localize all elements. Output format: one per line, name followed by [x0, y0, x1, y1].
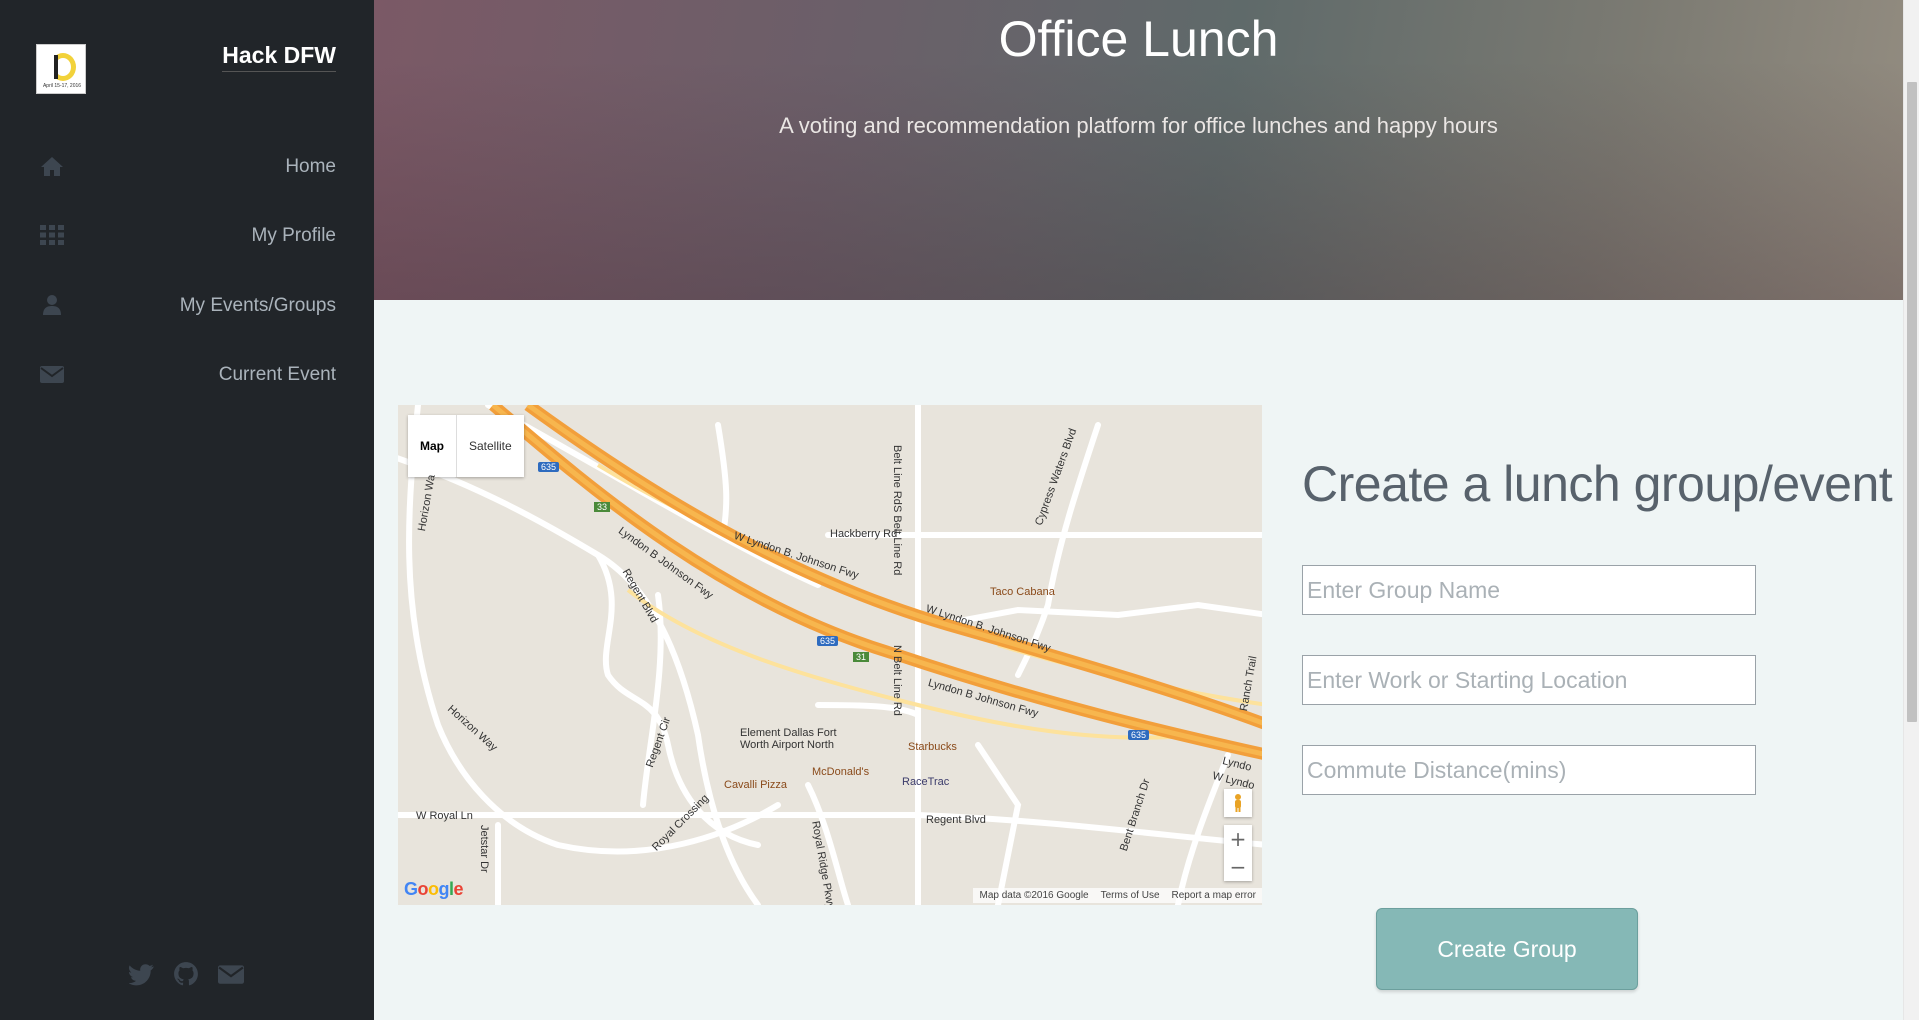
zoom-in-button[interactable]: + — [1224, 825, 1252, 853]
brand-logo[interactable]: April 15-17, 2016 — [36, 44, 86, 94]
twitter-link[interactable] — [128, 961, 155, 987]
envelope-icon — [40, 366, 64, 383]
hero-banner: Office Lunch A voting and recommendation… — [374, 0, 1903, 300]
group-name-input[interactable] — [1302, 565, 1756, 615]
interstate-shield: 635 — [1128, 730, 1150, 740]
sidebar-item-home[interactable]: Home — [0, 146, 374, 186]
report-error-link[interactable]: Report a map error — [1172, 890, 1256, 901]
map-data-credit: Map data ©2016 Google — [979, 890, 1089, 901]
sidebar-item-label: My Profile — [251, 225, 336, 246]
interstate-shield: 635 — [538, 462, 560, 472]
map-type-map-button[interactable]: Map — [408, 415, 457, 477]
map-poi-label: Taco Cabana — [990, 586, 1055, 598]
page-title: Office Lunch — [998, 11, 1279, 67]
google-map[interactable]: Map Satellite 635 33 635 31 635 Belt Lin… — [398, 405, 1262, 905]
map-label: S Belt Line Rd — [891, 505, 903, 576]
email-link[interactable] — [218, 961, 244, 987]
form-title: Create a lunch group/event — [1302, 456, 1893, 512]
map-label: Belt Line Rd — [891, 445, 903, 505]
zoom-out-button[interactable]: − — [1224, 853, 1252, 881]
map-poi-label: Worth Airport North — [740, 739, 834, 751]
map-label: N Belt Line Rd — [891, 645, 903, 716]
sidebar: April 15-17, 2016 Hack DFW Home My Profi… — [0, 0, 374, 1020]
sidebar-item-label: Current Event — [218, 364, 336, 385]
logo-bar — [54, 55, 58, 79]
starting-location-input[interactable] — [1302, 655, 1756, 705]
map-label: Hackberry Rd — [830, 528, 898, 540]
twitter-icon — [128, 964, 154, 986]
user-icon — [43, 295, 61, 315]
commute-distance-input[interactable] — [1302, 745, 1756, 795]
grid-icon — [40, 225, 64, 245]
map-poi-label: RaceTrac — [902, 776, 950, 788]
map-label: Jetstar Dr — [478, 825, 490, 873]
create-group-button[interactable]: Create Group — [1376, 908, 1638, 990]
zoom-control: + − — [1224, 825, 1252, 881]
exit-shield: 33 — [594, 502, 611, 512]
logo-date: April 15-17, 2016 — [42, 83, 82, 89]
brand-name-link[interactable]: Hack DFW — [222, 42, 336, 72]
google-logo: Google — [404, 879, 464, 899]
sidebar-item-my-events-groups[interactable]: My Events/Groups — [0, 285, 374, 325]
page-subtitle: A voting and recommendation platform for… — [779, 113, 1498, 138]
exit-shield: 31 — [853, 652, 870, 662]
terms-link[interactable]: Terms of Use — [1101, 890, 1160, 901]
sidebar-item-my-profile[interactable]: My Profile — [0, 215, 374, 255]
map-poi-label: Cavalli Pizza — [724, 779, 787, 791]
interstate-shield: 635 — [817, 636, 839, 646]
map-poi-label: Starbucks — [908, 741, 957, 753]
pegman-icon — [1235, 794, 1241, 812]
scrollbar-thumb[interactable] — [1907, 82, 1917, 722]
github-icon — [174, 962, 198, 986]
sidebar-item-label: Home — [285, 156, 336, 177]
map-type-satellite-button[interactable]: Satellite — [457, 415, 524, 477]
home-icon — [41, 157, 63, 176]
sidebar-item-label: My Events/Groups — [179, 295, 336, 316]
map-poi-label: Element Dallas Fort — [740, 727, 837, 739]
street-view-pegman[interactable] — [1224, 789, 1252, 817]
map-type-control: Map Satellite — [408, 415, 524, 477]
map-poi-label: McDonald's — [812, 766, 870, 778]
map-attribution: Map data ©2016 Google Terms of Use Repor… — [973, 888, 1262, 903]
envelope-icon — [218, 965, 244, 984]
map-label: Regent Blvd — [926, 814, 986, 826]
page-scrollbar[interactable] — [1903, 0, 1919, 1020]
github-link[interactable] — [173, 961, 199, 987]
sidebar-item-current-event[interactable]: Current Event — [0, 354, 374, 394]
map-label: W Royal Ln — [416, 810, 473, 822]
